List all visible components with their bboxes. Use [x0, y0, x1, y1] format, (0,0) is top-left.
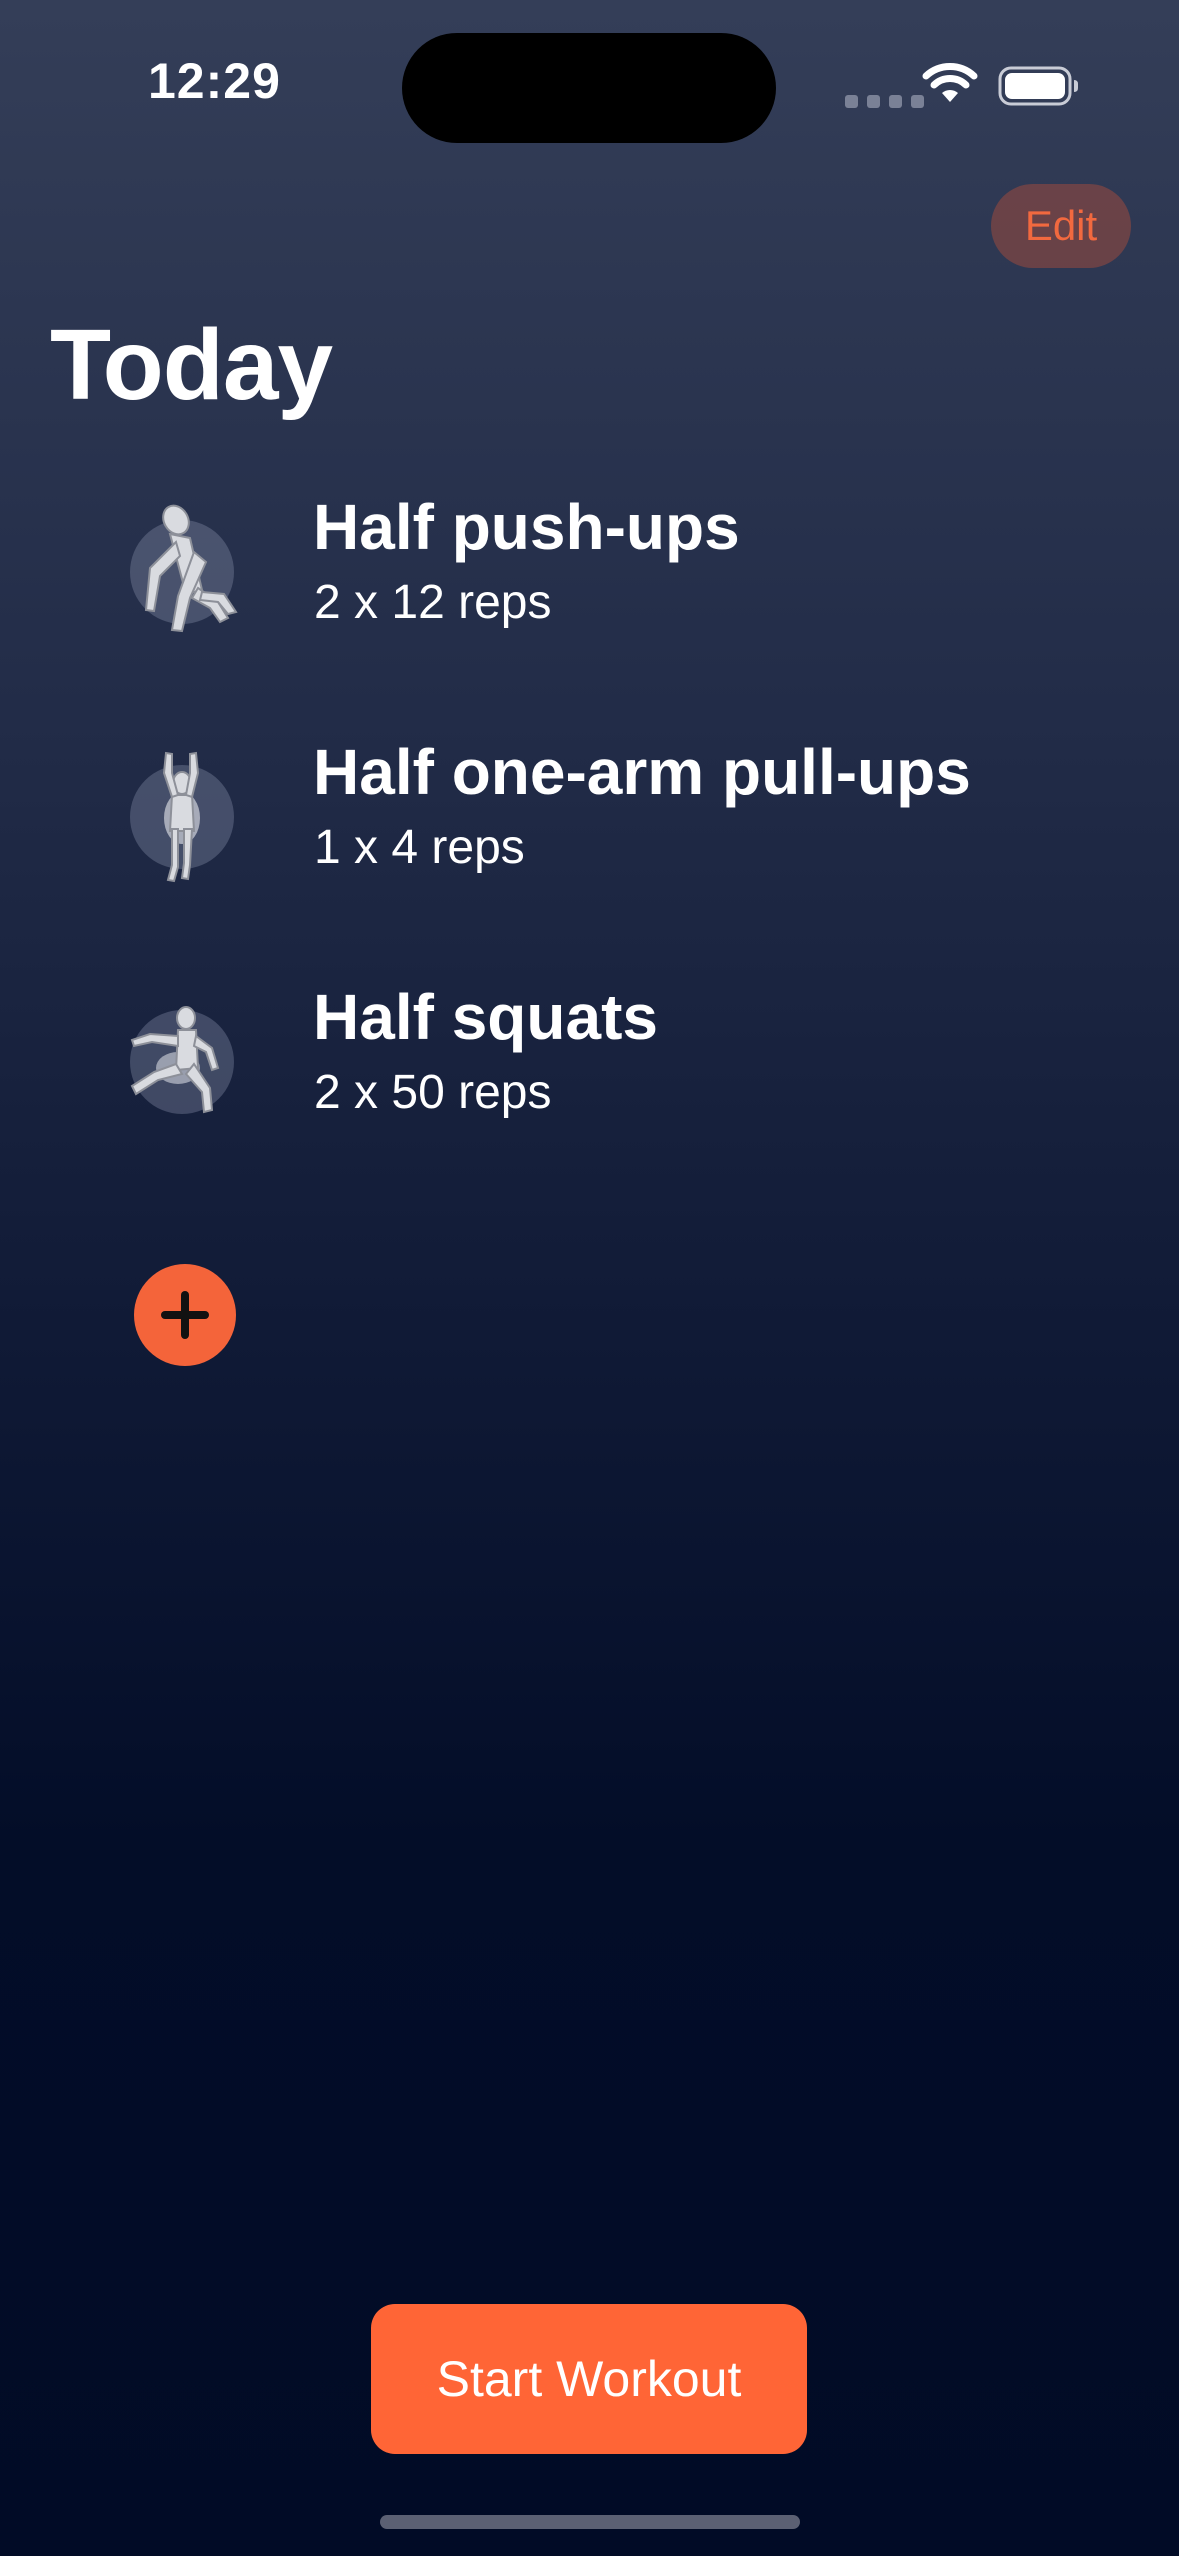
exercise-name: Half one-arm pull-ups	[313, 736, 971, 808]
exercise-row[interactable]: Half push-ups 2 x 12 reps	[128, 491, 1128, 690]
edit-button[interactable]: Edit	[991, 184, 1131, 268]
exercise-detail: 2 x 12 reps	[314, 576, 552, 629]
squat-figure-icon	[130, 1006, 234, 1114]
wifi-icon	[922, 63, 978, 102]
page-title: Today	[50, 309, 333, 421]
battery-icon	[998, 66, 1078, 106]
exercise-name: Half squats	[313, 981, 658, 1053]
exercise-name: Half push-ups	[313, 491, 740, 563]
dynamic-island	[402, 33, 776, 143]
cellular-signal-icon	[845, 95, 924, 108]
exercise-detail: 1 x 4 reps	[314, 821, 525, 874]
exercise-detail: 2 x 50 reps	[314, 1066, 552, 1119]
start-workout-button[interactable]: Start Workout	[371, 2304, 807, 2454]
add-exercise-button[interactable]	[134, 1264, 236, 1366]
push-up-figure-icon	[130, 504, 238, 633]
status-time: 12:29	[148, 53, 281, 109]
exercise-row[interactable]: Half one-arm pull-ups 1 x 4 reps	[128, 736, 1128, 935]
pull-up-figure-icon	[130, 751, 234, 883]
home-indicator[interactable]	[380, 2515, 800, 2529]
exercise-row[interactable]: Half squats 2 x 50 reps	[128, 981, 1128, 1180]
plus-icon	[161, 1291, 209, 1339]
